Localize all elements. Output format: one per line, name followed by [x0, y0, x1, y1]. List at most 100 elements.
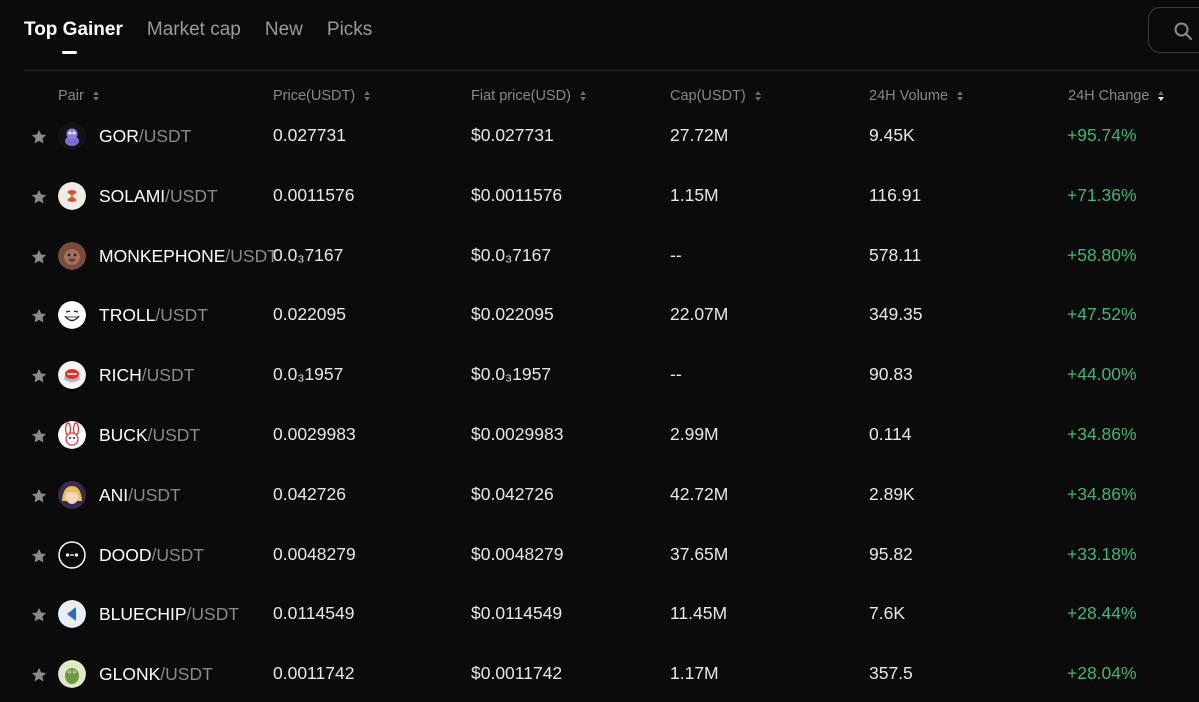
- star-icon[interactable]: [30, 188, 48, 206]
- fiat-price-cell: $0.0₃7167: [471, 244, 552, 265]
- pair-quote: /USDT: [165, 185, 218, 206]
- pair-quote: /USDT: [160, 664, 213, 685]
- cap-cell: 42.72M: [670, 483, 729, 504]
- column-cap[interactable]: Cap(USDT): [670, 88, 761, 104]
- star-icon[interactable]: [30, 666, 48, 684]
- pair-name[interactable]: BLUECHIP/USDT: [99, 604, 239, 625]
- market-list-app: Top Gainer Market cap New Picks Pair Pri…: [0, 0, 1199, 702]
- fiat-price-cell: $0.0048279: [471, 543, 564, 564]
- change-cell: +28.04%: [1067, 663, 1137, 684]
- fiat-price-cell: $0.0011576: [471, 184, 563, 205]
- tab-top-gainer[interactable]: Top Gainer: [24, 19, 123, 54]
- star-icon[interactable]: [30, 547, 48, 565]
- ani-coin-icon: [58, 480, 86, 509]
- change-cell: +33.18%: [1067, 543, 1137, 564]
- market-table: GOR/USDT 0.027731 $0.027731 27.72M 9.45K…: [0, 106, 1199, 702]
- pair-name[interactable]: BUCK/USDT: [99, 425, 200, 446]
- table-row[interactable]: BLUECHIP/USDT 0.0114549 $0.0114549 11.45…: [0, 584, 1199, 644]
- cap-cell: --: [670, 364, 682, 385]
- pair-name[interactable]: DOOD/USDT: [99, 545, 204, 566]
- pair-base: MONKEPHONE: [99, 245, 226, 266]
- pair-name[interactable]: MONKEPHONE/USDT: [99, 246, 278, 267]
- pair-base: TROLL: [99, 305, 156, 326]
- star-icon[interactable]: [30, 128, 48, 146]
- star-icon[interactable]: [30, 367, 48, 385]
- volume-cell: 116.91: [869, 184, 922, 205]
- solami-coin-icon: [58, 181, 86, 210]
- table-row[interactable]: RICH/USDT 0.0₃1957 $0.0₃1957 -- 90.83 +4…: [0, 345, 1199, 405]
- pair-name[interactable]: TROLL/USDT: [99, 305, 208, 326]
- bluechip-coin-icon: [58, 600, 86, 629]
- cap-cell: --: [670, 244, 682, 265]
- column-fiat-price[interactable]: Fiat price(USD): [471, 88, 586, 104]
- volume-cell: 90.83: [869, 364, 913, 385]
- search-icon: [1174, 22, 1192, 40]
- table-row[interactable]: GOR/USDT 0.027731 $0.027731 27.72M 9.45K…: [0, 106, 1199, 166]
- change-cell: +44.00%: [1067, 364, 1137, 385]
- cap-cell: 1.17M: [670, 663, 719, 684]
- star-icon[interactable]: [30, 248, 48, 266]
- cap-cell: 37.65M: [670, 543, 729, 564]
- change-cell: +95.74%: [1067, 125, 1137, 145]
- tab-picks[interactable]: Picks: [327, 19, 372, 41]
- sort-icon: [364, 91, 371, 101]
- fiat-price-cell: $0.022095: [471, 304, 554, 325]
- column-pair[interactable]: Pair: [58, 88, 99, 104]
- pair-quote: /USDT: [138, 126, 192, 146]
- monkephone-coin-icon: [58, 241, 86, 270]
- column-price[interactable]: Price(USDT): [273, 88, 371, 104]
- rich-coin-icon: [58, 361, 86, 390]
- change-cell: +71.36%: [1067, 184, 1137, 205]
- pair-base: BUCK: [99, 424, 148, 445]
- column-volume[interactable]: 24H Volume: [869, 88, 963, 104]
- star-icon[interactable]: [30, 606, 48, 624]
- cap-cell: 11.45M: [670, 603, 728, 624]
- fiat-price-cell: $0.027731: [471, 125, 554, 145]
- pair-name[interactable]: ANI/USDT: [99, 485, 181, 506]
- change-cell: +47.52%: [1067, 304, 1137, 325]
- pair-base: SOLAMI: [99, 185, 166, 206]
- star-icon[interactable]: [30, 427, 48, 445]
- table-row[interactable]: DOOD/USDT 0.0048279 $0.0048279 37.65M 95…: [0, 525, 1199, 585]
- volume-cell: 349.35: [869, 304, 923, 325]
- pair-base: GOR: [99, 126, 139, 146]
- table-row[interactable]: GLONK/USDT 0.0011742 $0.0011742 1.17M 35…: [0, 644, 1199, 702]
- pair-name[interactable]: GLONK/USDT: [99, 664, 213, 685]
- change-cell: +58.80%: [1067, 244, 1137, 265]
- dood-coin-icon: [58, 540, 86, 569]
- pair-quote: /USDT: [225, 245, 278, 266]
- star-icon[interactable]: [30, 307, 48, 325]
- cap-cell: 2.99M: [670, 423, 719, 444]
- cap-cell: 22.07M: [670, 304, 729, 325]
- column-change[interactable]: 24H Change: [1068, 88, 1165, 104]
- volume-cell: 0.114: [869, 423, 912, 444]
- column-pair-label: Pair: [58, 88, 84, 104]
- tab-market-cap[interactable]: Market cap: [147, 19, 241, 41]
- tab-new[interactable]: New: [265, 19, 303, 41]
- pair-quote: /USDT: [155, 305, 208, 326]
- pair-name[interactable]: RICH/USDT: [99, 365, 194, 386]
- table-row[interactable]: MONKEPHONE/USDT 0.0₃7167 $0.0₃7167 -- 57…: [0, 226, 1199, 286]
- pair-name[interactable]: SOLAMI/USDT: [99, 186, 218, 207]
- column-price-label: Price(USDT): [273, 88, 356, 104]
- column-change-label: 24H Change: [1068, 88, 1150, 104]
- table-row[interactable]: BUCK/USDT 0.0029983 $0.0029983 2.99M 0.1…: [0, 405, 1199, 465]
- star-icon[interactable]: [30, 487, 48, 505]
- search-button[interactable]: [1148, 7, 1199, 53]
- sort-icon: [92, 91, 99, 101]
- gor-coin-icon: [58, 122, 86, 150]
- pair-base: RICH: [99, 365, 142, 386]
- change-cell: +28.44%: [1067, 603, 1137, 624]
- volume-cell: 95.82: [869, 543, 913, 564]
- pair-name[interactable]: GOR/USDT: [99, 126, 191, 147]
- fiat-price-cell: $0.0029983: [471, 423, 564, 444]
- table-row[interactable]: ANI/USDT 0.042726 $0.042726 42.72M 2.89K…: [0, 465, 1199, 525]
- table-row[interactable]: SOLAMI/USDT 0.0011576 $0.0011576 1.15M 1…: [0, 166, 1199, 226]
- market-tabs: Top Gainer Market cap New Picks: [24, 0, 396, 70]
- fiat-price-cell: $0.042726: [471, 483, 554, 504]
- table-row[interactable]: TROLL/USDT 0.022095 $0.022095 22.07M 349…: [0, 285, 1199, 345]
- price-cell: 0.042726: [273, 483, 346, 504]
- tabs-divider: [24, 70, 1199, 71]
- fiat-price-cell: $0.0011742: [471, 663, 563, 684]
- pair-base: ANI: [99, 484, 129, 505]
